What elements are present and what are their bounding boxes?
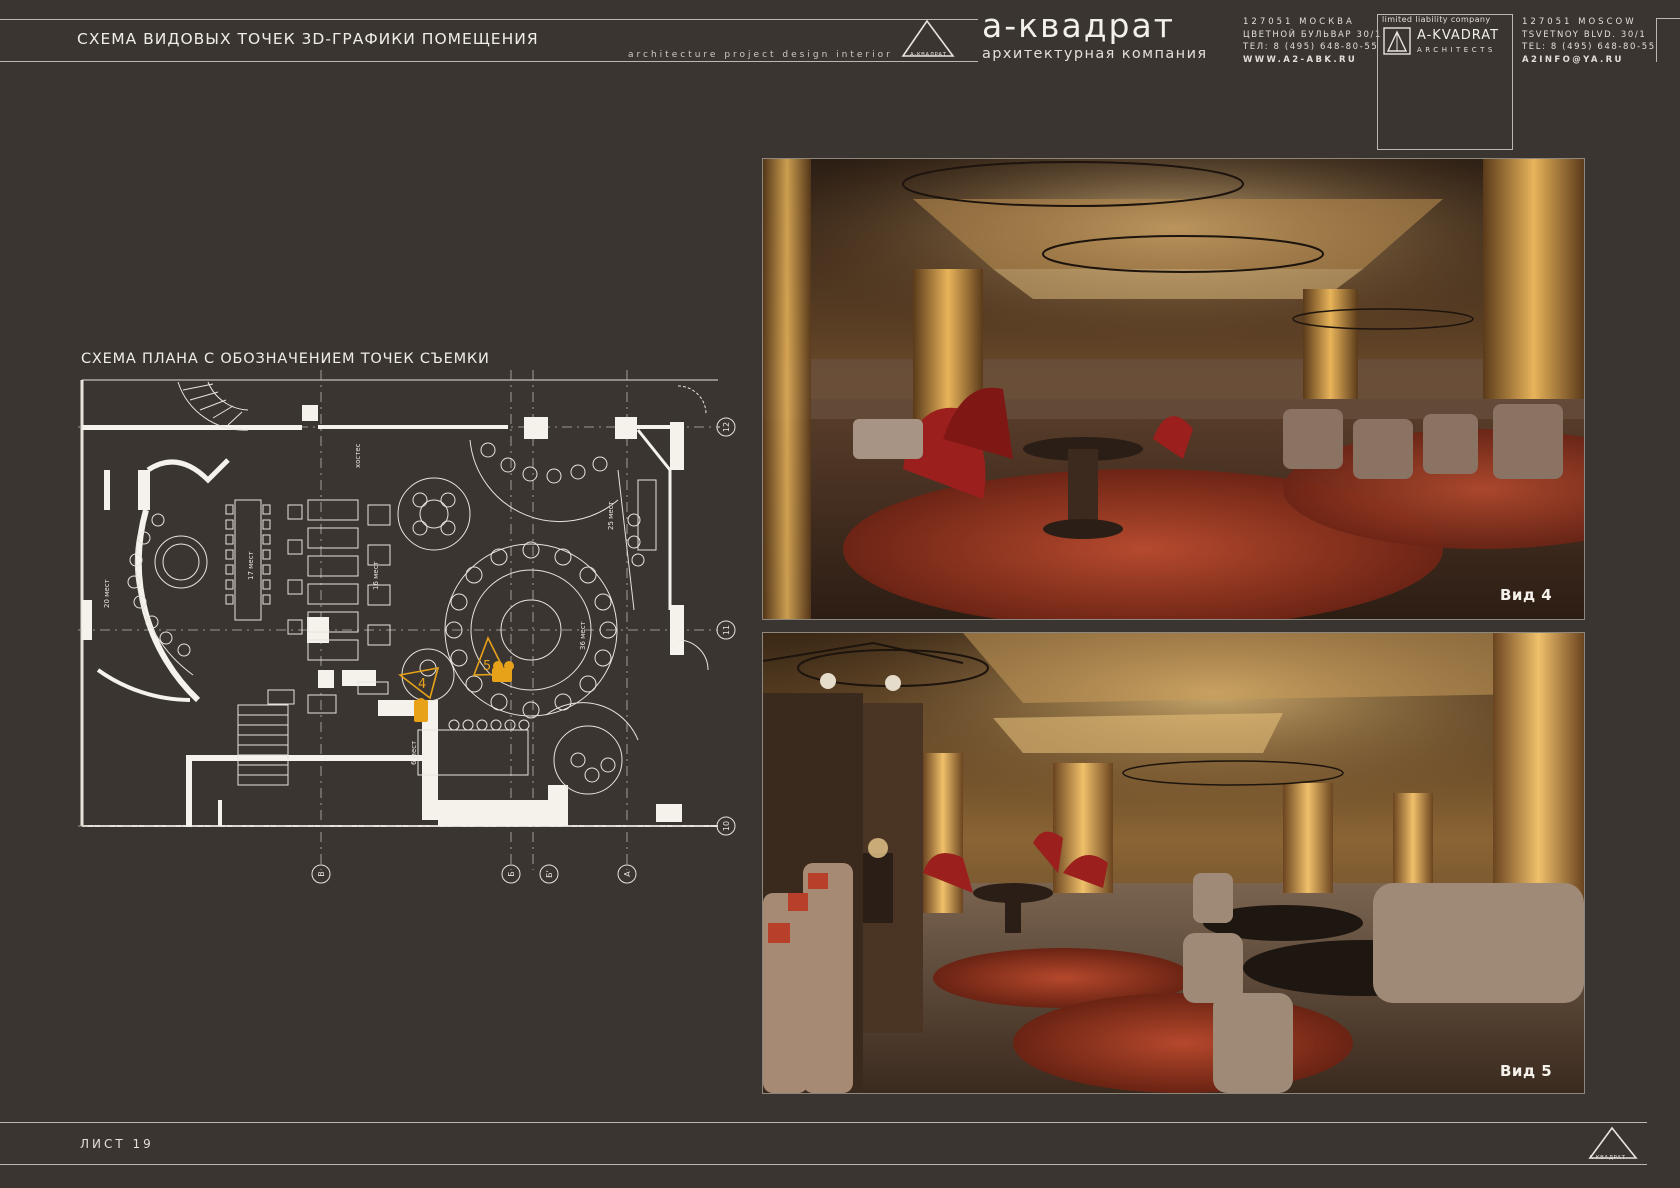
camera-label-4: 4 — [418, 677, 426, 692]
sheet-title: СХЕМА ВИДОВЫХ ТОЧЕК 3D-ГРАФИКИ ПОМЕЩЕНИЯ — [77, 30, 539, 48]
axis-label-b: Б — [507, 871, 516, 877]
footer-logo-caption: А-КВАДРАТ — [1589, 1155, 1626, 1161]
address-ru-line: ЦВЕТНОЙ БУЛЬВАР 30/1 — [1243, 29, 1382, 40]
axis-label-b-prime: Б' — [545, 870, 554, 878]
address-ru-line: ТЕЛ: 8 (495) 648-80-55 — [1243, 42, 1379, 52]
camera-label-5: 5 — [483, 659, 491, 674]
llc-caption: limited liability company — [1382, 15, 1491, 24]
address-ru-line: 127051 МОСКВА — [1243, 17, 1355, 27]
room-label: хостес — [354, 443, 362, 468]
brand-name: а-квадрат — [982, 6, 1175, 45]
axis-label-11: 11 — [722, 625, 731, 635]
header-line-bottom — [0, 61, 978, 62]
axis-label-10: 10 — [722, 821, 731, 831]
brand-subtitle: архитектурная компания — [982, 46, 1208, 62]
header-logo-caption: А-КВАДРАТ — [910, 52, 947, 58]
address-ru-line: WWW.A2-ABK.RU — [1243, 54, 1358, 65]
camera-point-5: 5 — [472, 636, 514, 682]
address-en-line: TEL: 8 (495) 648-80-55 — [1522, 42, 1656, 52]
footer-line-top — [0, 1122, 1647, 1123]
seat-label: 20 мест — [103, 579, 111, 608]
floor-plan: 20 мест 17 мест 16 мест 36 мест 25 мест … — [78, 370, 736, 884]
llc-logo-icon — [1383, 27, 1411, 55]
sheet-subtitle: architecture project design interior — [628, 50, 893, 60]
axis-label-12: 12 — [722, 422, 731, 432]
plan-title: СХЕМА ПЛАНА С ОБОЗНАЧЕНИЕМ ТОЧЕК СЪЕМКИ — [81, 351, 490, 367]
sheet-number: ЛИСТ 19 — [80, 1137, 154, 1151]
address-en: 127051 MOSCOW TSVETNOY BLVD. 30/1 TEL: 8… — [1522, 16, 1656, 66]
address-en-line: TSVETNOY BLVD. 30/1 — [1522, 29, 1647, 40]
address-en-line: 127051 MOSCOW — [1522, 17, 1637, 27]
footer-line-bottom — [0, 1164, 1647, 1165]
address-en-line: A2INFO@YA.RU — [1522, 54, 1624, 65]
render-view-5 — [762, 632, 1585, 1094]
header-line-top — [0, 19, 978, 20]
seat-label: 16 мест — [372, 561, 380, 590]
render-caption-5: Вид 5 — [1500, 1062, 1553, 1080]
seat-label: 6 мест — [410, 741, 418, 765]
header-right-line-top — [1656, 18, 1680, 19]
render-view-4 — [762, 158, 1585, 620]
header-right-line-vert — [1656, 18, 1657, 62]
seat-label: 36 мест — [579, 621, 587, 650]
axis-label-a: А — [623, 871, 632, 877]
seat-label: 25 мест — [607, 501, 615, 530]
axis-label-v: В — [317, 871, 326, 877]
llc-subtitle: ARCHITECTS — [1417, 46, 1496, 54]
render-caption-4: Вид 4 — [1500, 586, 1553, 604]
address-ru: 127051 МОСКВА ЦВЕТНОЙ БУЛЬВАР 30/1 ТЕЛ: … — [1243, 16, 1382, 66]
llc-name: A-KVADRAT — [1417, 28, 1500, 43]
seat-label: 17 мест — [247, 551, 255, 580]
